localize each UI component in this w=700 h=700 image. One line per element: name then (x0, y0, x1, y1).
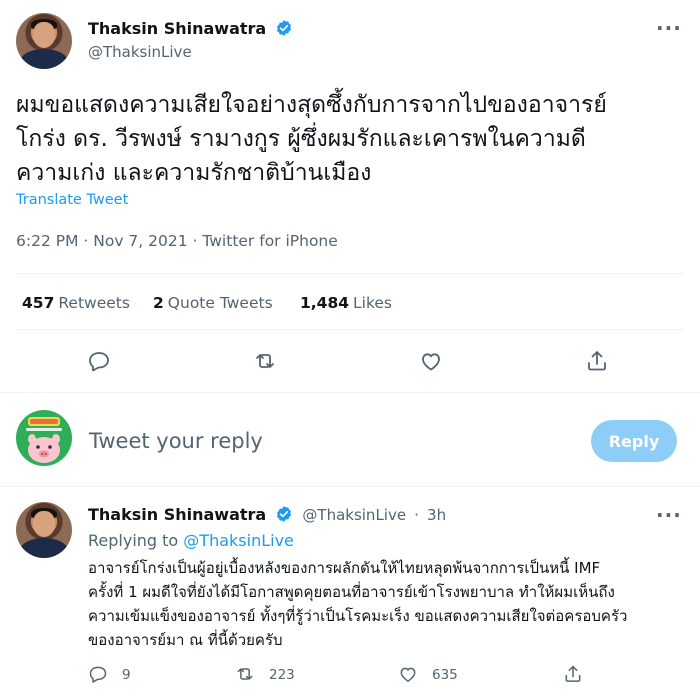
pig-avatar-icon (26, 417, 62, 463)
tweet-text-line: ผมขอแสดงความเสียใจอย่างสุดซึ้งกับการจากไ… (16, 92, 607, 118)
author-name[interactable]: Thaksin Shinawatra (88, 19, 266, 38)
reply-text-line: ความเข้มแข็งของอาจารย์ ทั้งๆที่รู้ว่าเป็… (88, 607, 628, 625)
divider (16, 273, 684, 274)
verified-badge-icon (277, 20, 292, 36)
reply-more-options-icon[interactable]: ··· (656, 503, 682, 527)
likes-count: 1,484 (300, 294, 350, 312)
tweet-text-line: โกร่ง ดร. วีรพงษ์ รามางกูร ผู้ซึ่งผมรักแ… (16, 126, 586, 152)
author-handle[interactable]: @ThaksinLive (88, 43, 192, 61)
author-name-row: Thaksin Shinawatra (88, 19, 293, 38)
tweet-timestamp[interactable]: 6:22 PM · Nov 7, 2021 · Twitter for iPho… (16, 232, 338, 250)
tweet-text-line: ความเก่ง และความรักชาติบ้านเมือง (16, 160, 372, 186)
reply-separator: · (414, 506, 419, 524)
reply-like-count: 635 (432, 667, 458, 683)
reply-text-line: ครั้งที่ 1 ผมดีใจที่ยังได้มีโอกาสพูดคุยต… (88, 583, 615, 601)
replying-to-label: Replying to (88, 531, 179, 550)
reply-input[interactable]: Tweet your reply (89, 429, 569, 453)
replying-to-handle-link[interactable]: @ThaksinLive (183, 531, 294, 550)
reply-text-line: อาจารย์โกร่งเป็นผู้อยู่เบื้องหลังของการผ… (88, 559, 601, 577)
reply-time[interactable]: 3h (427, 506, 446, 524)
reply-share-icon[interactable] (563, 664, 583, 688)
divider (0, 392, 700, 393)
share-icon[interactable] (585, 349, 609, 377)
user-avatar[interactable] (16, 410, 72, 466)
verified-badge-icon (277, 506, 292, 522)
retweets-stat[interactable]: 457 Retweets (22, 294, 130, 312)
quote-tweets-count: 2 (153, 294, 164, 312)
reply-reply-icon[interactable] (88, 664, 108, 688)
quote-tweets-label: Quote Tweets (167, 294, 273, 312)
reply-header: Thaksin Shinawatra @ThaksinLive · 3h (88, 505, 446, 524)
reply-text-line: ของอาจารย์มา ณ ที่นี้ด้วยครับ (88, 631, 283, 649)
reply-author-name[interactable]: Thaksin Shinawatra (88, 505, 266, 524)
divider (16, 329, 684, 330)
likes-stat[interactable]: 1,484 Likes (300, 294, 392, 312)
likes-label: Likes (353, 294, 393, 312)
reply-reply-count: 9 (122, 667, 131, 683)
reply-retweet-count: 223 (269, 667, 295, 683)
more-options-icon[interactable]: ··· (656, 16, 682, 40)
reply-author-handle[interactable]: @ThaksinLive (302, 506, 406, 524)
reply-text: อาจารย์โกร่งเป็นผู้อยู่เบื้องหลังของการผ… (88, 556, 688, 652)
reply-button[interactable]: Reply (591, 420, 677, 462)
retweets-count: 457 (22, 294, 55, 312)
retweet-icon[interactable] (253, 349, 277, 377)
reply-like-icon[interactable] (398, 664, 418, 688)
divider (0, 486, 700, 487)
author-avatar[interactable] (16, 13, 72, 69)
reply-retweet-icon[interactable] (235, 664, 255, 688)
translate-tweet-link[interactable]: Translate Tweet (16, 192, 128, 208)
replying-to: Replying to @ThaksinLive (88, 531, 294, 550)
reply-icon[interactable] (87, 349, 111, 377)
reply-author-avatar[interactable] (16, 502, 72, 558)
quote-tweets-stat[interactable]: 2 Quote Tweets (153, 294, 273, 312)
avatar-face (32, 510, 56, 537)
avatar-suit (20, 538, 68, 558)
tweet-text: ผมขอแสดงความเสียใจอย่างสุดซึ้งกับการจากไ… (16, 88, 696, 190)
avatar-suit (20, 49, 68, 69)
avatar-face (32, 21, 56, 48)
retweets-label: Retweets (58, 294, 130, 312)
like-icon[interactable] (419, 349, 443, 377)
